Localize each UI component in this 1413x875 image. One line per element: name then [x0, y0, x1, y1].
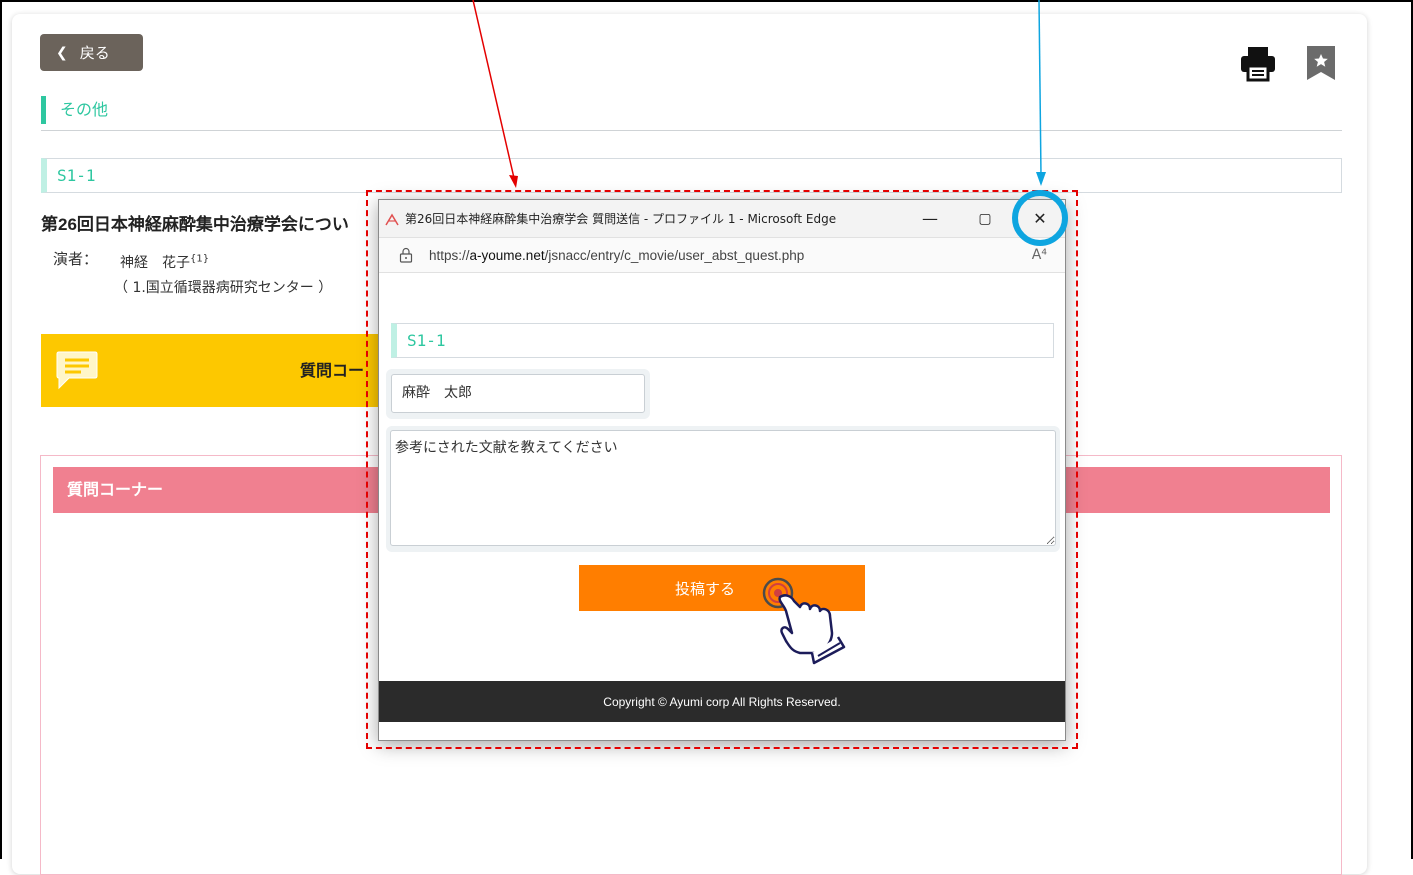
window-title: 第26回日本神経麻酔集中治療学会 質問送信 - プロファイル 1 - Micro…	[405, 212, 837, 226]
bookmark-icon[interactable]	[1305, 44, 1337, 82]
url-domain: a-youme.net	[469, 247, 545, 263]
window-titlebar[interactable]: 第26回日本神経麻酔集中治療学会 質問送信 - プロファイル 1 - Micro…	[379, 200, 1065, 237]
read-aloud-icon[interactable]: A⁴	[1032, 247, 1047, 263]
name-field-wrapper: 麻酔 太郎	[386, 369, 650, 419]
url-text[interactable]: https://a-youme.net/jsnacc/entry/c_movie…	[429, 248, 804, 263]
speech-bubble-icon	[56, 351, 98, 390]
back-button[interactable]: ❮ 戻る	[40, 34, 143, 71]
category-heading: その他	[41, 96, 108, 124]
abstract-title: 第26回日本神経麻酔集中治療学会につい	[41, 215, 349, 234]
print-icon[interactable]	[1239, 44, 1277, 82]
name-field[interactable]: 麻酔 太郎	[391, 374, 645, 413]
copyright-footer: Copyright © Ayumi corp All Rights Reserv…	[379, 681, 1065, 722]
submit-button[interactable]: 投稿する	[579, 565, 865, 611]
popup-session-code: S1-1	[391, 323, 1054, 358]
url-prefix: https://	[429, 247, 470, 263]
popup-window: 第26回日本神経麻酔集中治療学会 質問送信 - プロファイル 1 - Micro…	[378, 199, 1066, 741]
address-bar[interactable]: https://a-youme.net/jsnacc/entry/c_movie…	[379, 237, 1065, 273]
divider	[41, 130, 1342, 131]
affiliation: （ 1.国立循環器病研究センター ）	[114, 280, 333, 296]
edge-app-icon	[385, 213, 399, 225]
presenter-affiliation-ref: {1}	[190, 253, 210, 265]
question-banner-label: 質問コー	[300, 361, 365, 380]
close-icon[interactable]: ✕	[1017, 200, 1063, 237]
presenter-name-text: 神経 花子	[120, 255, 190, 271]
lock-icon	[399, 247, 413, 263]
presenter-label: 演者：	[53, 250, 99, 268]
back-button-label: 戻る	[79, 44, 110, 62]
question-textarea[interactable]: 参考にされた文献を教えてください	[390, 430, 1056, 546]
url-path: /jsnacc/entry/c_movie/user_abst_quest.ph…	[544, 247, 805, 263]
maximize-icon[interactable]: ▢	[962, 200, 1008, 237]
chevron-left-icon: ❮	[56, 44, 68, 61]
presenter-name: 神経 花子{1}	[120, 252, 209, 272]
session-code: S1-1	[41, 158, 1342, 193]
question-field-wrapper: 参考にされた文献を教えてください	[386, 426, 1060, 552]
minimize-icon[interactable]: —	[907, 200, 953, 237]
